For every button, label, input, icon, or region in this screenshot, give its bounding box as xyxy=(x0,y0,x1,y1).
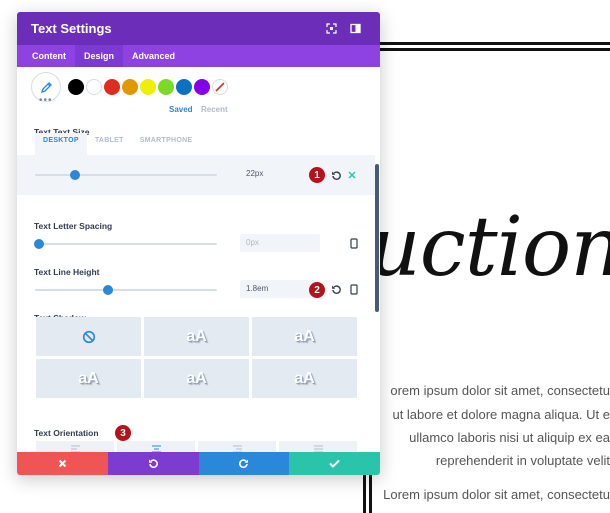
paragraph-line-2: ut labore et dolore magna aliqua. Ut e xyxy=(392,407,610,422)
color-swatch-orange[interactable] xyxy=(122,79,138,95)
more-dots-icon[interactable]: ••• xyxy=(39,95,53,106)
text-orientation-options xyxy=(36,441,357,452)
shadow-option-5[interactable]: aA xyxy=(144,359,249,398)
modal-tabs: Content Design Advanced xyxy=(17,45,380,67)
color-swatch-white[interactable] xyxy=(86,79,102,95)
cancel-button[interactable] xyxy=(17,452,108,475)
reset-icon[interactable] xyxy=(329,168,343,182)
saved-colors-tab[interactable]: Saved xyxy=(169,105,193,114)
page-heading: uction xyxy=(368,200,610,295)
letter-spacing-label: Text Letter Spacing xyxy=(34,221,113,231)
line-height-slider-handle[interactable] xyxy=(102,285,113,295)
no-shadow-icon xyxy=(82,330,95,343)
paragraph-line-1: orem ipsum dolor sit amet, consectetu xyxy=(390,383,610,398)
shadow-option-4[interactable]: aA xyxy=(36,359,141,398)
check-icon xyxy=(329,459,340,468)
responsive-phone-icon[interactable] xyxy=(347,236,361,250)
redo-button[interactable] xyxy=(198,452,290,475)
tab-tablet[interactable]: TABLET xyxy=(87,133,132,155)
tab-desktop[interactable]: DESKTOP xyxy=(35,133,87,155)
color-swatch-black[interactable] xyxy=(68,79,84,95)
modal-header: Text Settings xyxy=(17,12,380,45)
undo-icon xyxy=(148,459,158,469)
line-height-input[interactable]: 1.8em xyxy=(240,280,320,298)
align-right-icon xyxy=(232,445,242,452)
paragraph-line-5: Lorem ipsum dolor sit amet, consectetu xyxy=(383,487,610,502)
tab-design[interactable]: Design xyxy=(75,45,124,67)
line-height-slider-track[interactable] xyxy=(35,289,217,291)
line-height-label: Text Line Height xyxy=(34,267,100,277)
align-justify-icon xyxy=(313,445,323,452)
color-swatch-red[interactable] xyxy=(104,79,120,95)
annotation-badge-1: 1 xyxy=(309,167,325,183)
color-swatch-green[interactable] xyxy=(158,79,174,95)
align-justify-option[interactable] xyxy=(279,441,357,452)
align-left-icon xyxy=(70,445,80,452)
shadow-option-3[interactable]: aA xyxy=(252,317,357,356)
letter-spacing-slider-handle[interactable] xyxy=(33,239,44,249)
eyedropper-icon xyxy=(40,81,52,93)
letter-spacing-input[interactable]: 0px xyxy=(240,234,320,252)
no-color-icon xyxy=(215,82,225,92)
device-tabs: DESKTOP TABLET SMARTPHONE xyxy=(35,133,200,155)
modal-scrollbar[interactable] xyxy=(375,164,379,312)
tab-advanced[interactable]: Advanced xyxy=(123,45,184,67)
recent-colors-tab[interactable]: Recent xyxy=(201,105,228,114)
line-height-phone-icon[interactable] xyxy=(347,282,361,296)
color-swatch-yellow[interactable] xyxy=(140,79,156,95)
text-shadow-options: aA aA aA aA aA xyxy=(36,317,357,398)
modal-footer xyxy=(17,452,380,475)
text-size-slider-track[interactable] xyxy=(35,174,217,176)
shadow-none-option[interactable] xyxy=(36,317,141,356)
shadow-option-2[interactable]: aA xyxy=(144,317,249,356)
line-height-reset-icon[interactable] xyxy=(329,282,343,296)
split-view-icon[interactable] xyxy=(344,18,366,40)
close-icon xyxy=(58,459,67,468)
letter-spacing-slider-track[interactable] xyxy=(35,243,217,245)
paragraph-line-4: reprehenderit in voluptate velit xyxy=(435,453,610,468)
shadow-option-6[interactable]: aA xyxy=(252,359,357,398)
top-divider-line-2 xyxy=(365,48,610,51)
save-button[interactable] xyxy=(289,452,380,475)
side-border xyxy=(363,470,366,513)
align-center-option[interactable] xyxy=(117,441,195,452)
redo-icon xyxy=(239,459,249,469)
tab-smartphone[interactable]: SMARTPHONE xyxy=(132,133,201,155)
paragraph-line-3: ullamco laboris nisi ut aliquip ex ea xyxy=(409,430,610,445)
color-swatch-purple[interactable] xyxy=(194,79,210,95)
close-icon[interactable] xyxy=(345,168,359,182)
side-border-2 xyxy=(369,470,372,513)
top-divider-line xyxy=(365,42,610,45)
modal-title: Text Settings xyxy=(31,21,112,36)
align-left-option[interactable] xyxy=(36,441,114,452)
color-swatch-blue[interactable] xyxy=(176,79,192,95)
modal-body: ••• Saved Recent Text Text Size DESKTOP … xyxy=(17,67,380,452)
annotation-badge-2: 2 xyxy=(309,282,325,298)
text-settings-modal: Text Settings Content Design Advanced ••… xyxy=(17,12,380,475)
text-size-row: 22px 1 xyxy=(17,155,375,195)
text-size-input[interactable]: 22px xyxy=(240,165,320,183)
undo-button[interactable] xyxy=(107,452,199,475)
align-right-option[interactable] xyxy=(198,441,276,452)
align-center-icon xyxy=(151,445,161,452)
text-size-slider-handle[interactable] xyxy=(70,170,81,180)
tab-content[interactable]: Content xyxy=(23,45,75,67)
annotation-badge-3: 3 xyxy=(115,425,131,441)
fullscreen-icon[interactable] xyxy=(320,18,342,40)
text-orientation-label: Text Orientation xyxy=(34,428,99,438)
no-color-swatch[interactable] xyxy=(212,79,228,95)
